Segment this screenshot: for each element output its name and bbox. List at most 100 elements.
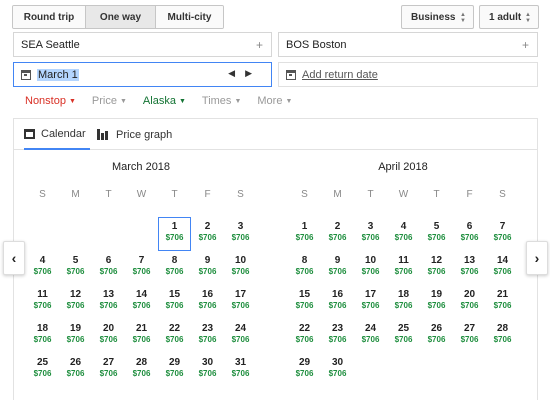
calendar-day[interactable]: 7 $706 <box>125 251 158 285</box>
calendar-day[interactable]: 1 $706 <box>158 217 191 251</box>
day-number: 24 <box>364 323 377 334</box>
empty-cell <box>59 217 92 251</box>
calendar-day[interactable]: 10 $706 <box>354 251 387 285</box>
calendar-day[interactable]: 5 $706 <box>59 251 92 285</box>
calendar-day[interactable]: 12 $706 <box>59 285 92 319</box>
day-number: 3 <box>367 221 374 232</box>
calendar-day[interactable]: 13 $706 <box>92 285 125 319</box>
destination-field[interactable]: BOS Boston + <box>278 32 538 57</box>
calendar-day[interactable]: 13 $706 <box>453 251 486 285</box>
departure-date-field[interactable]: March 1 ◀▶ <box>13 62 272 87</box>
tab-calendar[interactable]: Calendar <box>24 119 90 150</box>
calendar-day[interactable]: 17 $706 <box>354 285 387 319</box>
calendar-day[interactable]: 20 $706 <box>453 285 486 319</box>
calendar-day[interactable]: 11 $706 <box>387 251 420 285</box>
weekday-label: T <box>105 189 112 200</box>
calendar-day[interactable]: 27 $706 <box>453 319 486 353</box>
trip-type-one-way[interactable]: One way <box>86 6 156 28</box>
calendar-day[interactable]: 9 $706 <box>191 251 224 285</box>
calendar-day[interactable]: 3 $706 <box>224 217 257 251</box>
passengers-select[interactable]: 1 adult ▲ ▼ <box>479 5 539 29</box>
calendar-day[interactable]: 19 $706 <box>420 285 453 319</box>
calendar-day[interactable]: 16 $706 <box>321 285 354 319</box>
calendar-day[interactable]: 8 $706 <box>158 251 191 285</box>
calendar-day[interactable]: 15 $706 <box>158 285 191 319</box>
day-price: $706 <box>66 267 85 276</box>
trip-type-multi-city[interactable]: Multi-city <box>156 6 223 28</box>
add-origin-icon[interactable]: + <box>256 38 263 52</box>
calendar-day[interactable]: 17 $706 <box>224 285 257 319</box>
calendar-day[interactable]: 14 $706 <box>125 285 158 319</box>
calendar-day[interactable]: 16 $706 <box>191 285 224 319</box>
return-date-field[interactable]: Add return date <box>278 62 538 87</box>
filter-airline[interactable]: Alaska ▼ <box>143 95 186 107</box>
add-destination-icon[interactable]: + <box>522 38 529 52</box>
calendar-day[interactable]: 18 $706 <box>387 285 420 319</box>
day-price: $706 <box>328 233 347 242</box>
calendar-day[interactable]: 25 $706 <box>26 353 59 387</box>
caret-down-icon: ▼ <box>285 98 293 105</box>
day-number: 25 <box>36 357 49 368</box>
previous-date-icon[interactable]: ◀ <box>228 68 245 78</box>
calendar-day[interactable]: 23 $706 <box>191 319 224 353</box>
calendar-day[interactable]: 5 $706 <box>420 217 453 251</box>
filter-nonstop[interactable]: Nonstop ▼ <box>25 95 76 107</box>
day-number: 10 <box>234 255 247 266</box>
calendar-day[interactable]: 25 $706 <box>387 319 420 353</box>
calendar-day[interactable]: 30 $706 <box>321 353 354 387</box>
calendar-day[interactable]: 15 $706 <box>288 285 321 319</box>
calendar-day[interactable]: 12 $706 <box>420 251 453 285</box>
calendar-day[interactable]: 11 $706 <box>26 285 59 319</box>
calendar-day[interactable]: 1 $706 <box>288 217 321 251</box>
calendar-day[interactable]: 24 $706 <box>354 319 387 353</box>
calendar-day[interactable]: 2 $706 <box>191 217 224 251</box>
calendar-day[interactable]: 10 $706 <box>224 251 257 285</box>
calendar-day[interactable]: 21 $706 <box>486 285 519 319</box>
day-price: $706 <box>198 267 217 276</box>
add-return-date-link[interactable]: Add return date <box>302 69 378 81</box>
calendar-day[interactable]: 9 $706 <box>321 251 354 285</box>
calendar-day[interactable]: 6 $706 <box>453 217 486 251</box>
calendar-day[interactable]: 6 $706 <box>92 251 125 285</box>
calendar-day[interactable]: 18 $706 <box>26 319 59 353</box>
calendar-day[interactable]: 24 $706 <box>224 319 257 353</box>
calendar-day[interactable]: 29 $706 <box>288 353 321 387</box>
calendar-day[interactable]: 4 $706 <box>26 251 59 285</box>
filter-label: Nonstop <box>25 95 66 107</box>
calendar-day[interactable]: 26 $706 <box>59 353 92 387</box>
calendar-day[interactable]: 23 $706 <box>321 319 354 353</box>
filter-more[interactable]: More ▼ <box>257 95 292 107</box>
calendar-day[interactable]: 28 $706 <box>486 319 519 353</box>
calendar-day[interactable]: 31 $706 <box>224 353 257 387</box>
day-price: $706 <box>460 267 479 276</box>
weekday-header: SMTWTFS <box>288 189 518 203</box>
day-price: $706 <box>328 267 347 276</box>
calendar-day[interactable]: 20 $706 <box>92 319 125 353</box>
filter-price[interactable]: Price ▼ <box>92 95 127 107</box>
calendar-day[interactable]: 3 $706 <box>354 217 387 251</box>
previous-month-button[interactable]: ‹ <box>3 241 25 275</box>
calendar-day[interactable]: 30 $706 <box>191 353 224 387</box>
departure-date-value[interactable]: March 1 <box>37 68 79 81</box>
next-month-button[interactable]: › <box>526 241 548 275</box>
day-number: 3 <box>237 221 244 232</box>
trip-type-round-trip[interactable]: Round trip <box>13 6 86 28</box>
origin-field[interactable]: SEA Seattle + <box>13 32 272 57</box>
calendar-day[interactable]: 7 $706 <box>486 217 519 251</box>
calendar-day[interactable]: 14 $706 <box>486 251 519 285</box>
calendar-day[interactable]: 2 $706 <box>321 217 354 251</box>
tab-price-graph[interactable]: Price graph <box>97 119 172 150</box>
calendar-day[interactable]: 27 $706 <box>92 353 125 387</box>
calendar-day[interactable]: 21 $706 <box>125 319 158 353</box>
calendar-day[interactable]: 8 $706 <box>288 251 321 285</box>
next-date-icon[interactable]: ▶ <box>245 68 262 78</box>
calendar-day[interactable]: 22 $706 <box>288 319 321 353</box>
cabin-class-select[interactable]: Business ▲ ▼ <box>401 5 474 29</box>
calendar-day[interactable]: 22 $706 <box>158 319 191 353</box>
calendar-day[interactable]: 28 $706 <box>125 353 158 387</box>
calendar-day[interactable]: 19 $706 <box>59 319 92 353</box>
calendar-day[interactable]: 29 $706 <box>158 353 191 387</box>
calendar-day[interactable]: 26 $706 <box>420 319 453 353</box>
calendar-day[interactable]: 4 $706 <box>387 217 420 251</box>
filter-times[interactable]: Times ▼ <box>202 95 241 107</box>
